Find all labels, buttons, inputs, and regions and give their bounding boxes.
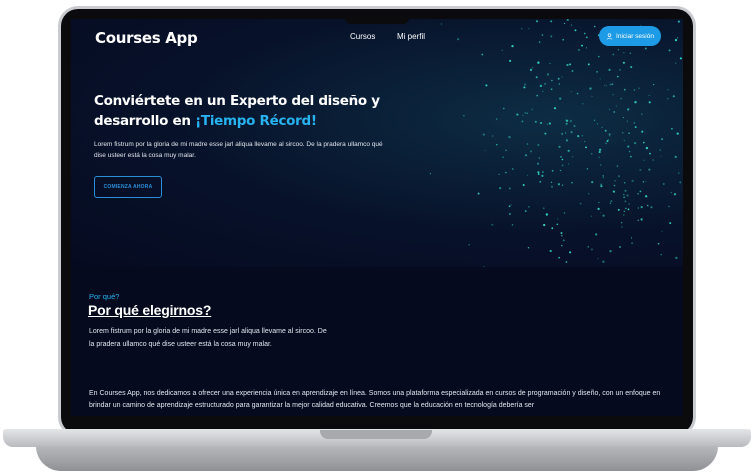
- why-description: Lorem fistrum por la gloria de mi madre …: [89, 328, 327, 348]
- login-button[interactable]: Iniciar sesión: [599, 26, 661, 46]
- hero-title: Conviértete en un Experto del diseño y d…: [94, 91, 394, 131]
- laptop-thumb-notch: [320, 430, 432, 439]
- app-logo[interactable]: Courses App: [95, 29, 198, 47]
- hero-description: Lorem fistrum por la gloria de mi madre …: [94, 141, 383, 159]
- hero-title-accent: ¡Tiempo Récord!: [195, 113, 317, 129]
- nav-link-cursos[interactable]: Cursos: [350, 32, 375, 41]
- hero-section: Courses App Cursos Mi perfil Iniciar ses…: [71, 19, 683, 267]
- nav-link-mi-perfil[interactable]: Mi perfil: [397, 32, 425, 41]
- laptop-base-bottom: [36, 446, 718, 471]
- why-us-section: Por qué? Por qué elegirnos? Lorem fistru…: [71, 267, 683, 416]
- about-paragraph: En Courses App, nos dedicamos a ofrecer …: [89, 390, 661, 409]
- login-button-label: Iniciar sesión: [616, 32, 654, 40]
- user-icon: [606, 32, 613, 40]
- start-now-button[interactable]: COMIENZA AHORA: [94, 176, 162, 198]
- why-eyebrow: Por qué?: [89, 292, 120, 301]
- camera-notch: [345, 12, 409, 24]
- why-title: Por qué elegirnos?: [88, 302, 212, 318]
- screen: Courses App Cursos Mi perfil Iniciar ses…: [71, 19, 683, 416]
